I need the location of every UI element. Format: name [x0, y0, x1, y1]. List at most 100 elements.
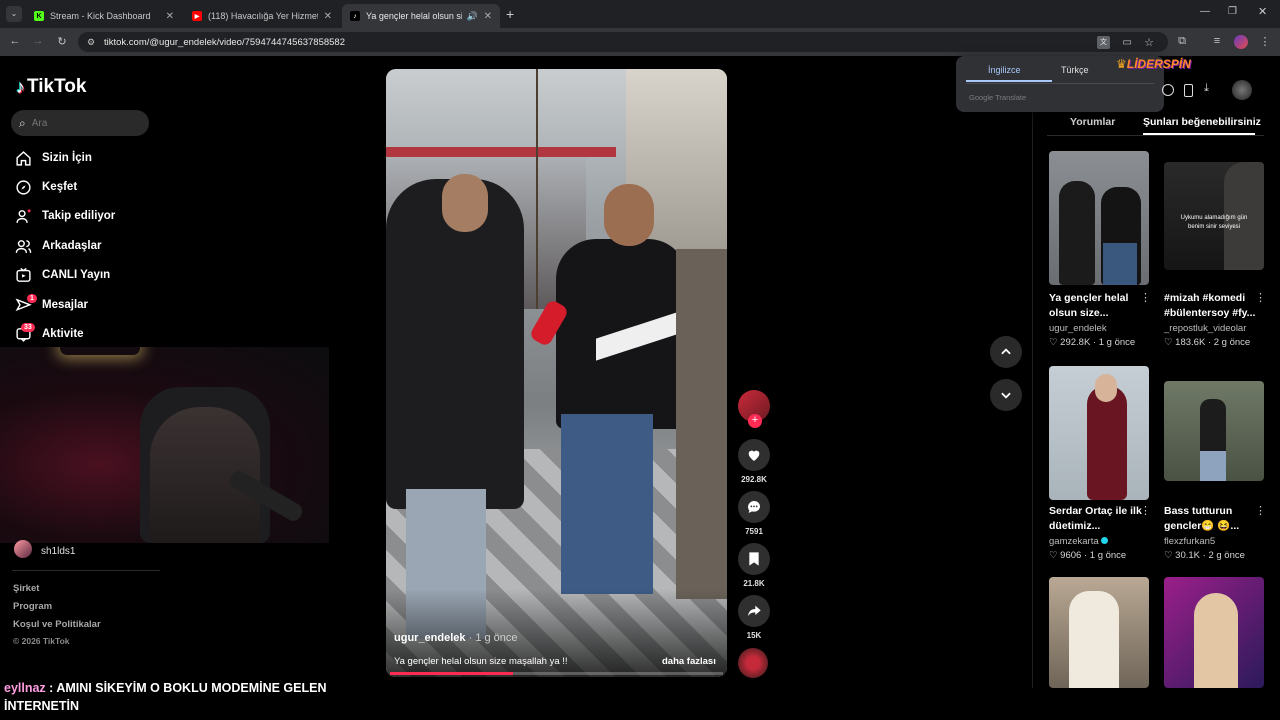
minimize-window-button[interactable]: — — [1200, 6, 1210, 17]
card-title[interactable]: Bass tutturun gencler😁 😆... — [1164, 504, 1264, 534]
card-time: 1 g önce — [1089, 550, 1127, 561]
video-player[interactable]: ugur_endelek · 1 g önce Ya gençler helal… — [386, 69, 727, 677]
kick-icon: K — [34, 11, 44, 21]
tab-kick-dashboard[interactable]: K Stream - Kick Dashboard ✕ — [26, 4, 182, 28]
activity-badge: 33 — [21, 323, 35, 332]
nav-for-you[interactable]: Sizin İçin — [14, 147, 92, 169]
translate-icon[interactable]: 文 — [1097, 35, 1110, 49]
card-user-name[interactable]: gamzekarta — [1049, 536, 1099, 547]
url-text: tiktok.com/@ugur_endelek/video/759474474… — [104, 36, 345, 48]
nav-following[interactable]: Takip ediliyor — [14, 205, 115, 227]
author-name[interactable]: ugur_endelek — [394, 632, 466, 644]
tab-tiktok[interactable]: ♪ Ya gençler helal olsun size 🔊 ✕ — [342, 4, 500, 28]
footer-program[interactable]: Program — [13, 601, 52, 612]
previous-video-button[interactable] — [990, 336, 1022, 368]
address-bar[interactable]: ⚙ tiktok.com/@ugur_endelek/video/7594744… — [78, 32, 1168, 52]
share-icon[interactable] — [738, 595, 770, 627]
close-tab-icon[interactable]: ✕ — [324, 11, 332, 22]
footer-terms[interactable]: Koşul ve Politikalar — [13, 619, 101, 630]
card-title[interactable]: Serdar Ortaç ile ilk düetimiz... — [1049, 504, 1145, 534]
comment-icon[interactable] — [738, 491, 770, 523]
save-action[interactable]: 21.8K — [738, 543, 770, 588]
speaker-icon[interactable]: 🔈 — [1207, 696, 1221, 709]
profile-name[interactable]: sh1lds1 — [41, 546, 75, 557]
card-user[interactable]: _repostluk_videolar — [1164, 323, 1246, 334]
reload-icon[interactable]: ↻ — [55, 35, 69, 48]
tray-app-icon[interactable] — [1148, 697, 1160, 709]
search-input[interactable] — [31, 117, 132, 129]
card-thumbnail[interactable] — [1049, 577, 1149, 688]
nav-explore[interactable]: Keşfet — [14, 176, 77, 198]
progress-track[interactable] — [390, 672, 723, 675]
translate-english-tab[interactable]: İngilizce — [988, 65, 1021, 75]
tab-comments[interactable]: Yorumlar — [1070, 116, 1115, 128]
menu-icon[interactable]: ⋮ — [1258, 35, 1272, 48]
tray-chevron-icon[interactable]: ⌃ — [1128, 697, 1136, 708]
footer-company[interactable]: Şirket — [13, 583, 39, 594]
close-tab-icon[interactable]: ✕ — [166, 11, 174, 22]
nav-messages[interactable]: Mesajlar — [14, 294, 88, 316]
author-avatar-action[interactable]: + — [738, 390, 770, 428]
profile-avatar[interactable] — [1234, 35, 1248, 49]
site-info-icon[interactable]: ⚙ — [87, 37, 95, 48]
card-thumbnail[interactable] — [1164, 577, 1264, 688]
card-user[interactable]: gamzekarta — [1049, 536, 1109, 547]
restore-window-button[interactable]: ❐ — [1228, 6, 1237, 17]
share-action[interactable]: 15K — [738, 595, 770, 640]
nav-live[interactable]: CANLI Yayın — [14, 264, 110, 286]
download-icon[interactable]: ⤓ — [1204, 82, 1209, 95]
microphone-tray-icon[interactable]: 🎙 — [1170, 696, 1184, 709]
card-time: 2 g önce — [1208, 550, 1245, 561]
card-thumbnail[interactable] — [1164, 381, 1264, 481]
upload-icon[interactable] — [1162, 84, 1174, 96]
close-tab-icon[interactable]: ✕ — [484, 11, 492, 22]
comment-action[interactable]: 7591 — [738, 491, 770, 536]
audio-icon[interactable]: 🔊 — [467, 11, 478, 22]
back-icon[interactable]: ← — [8, 35, 22, 47]
tiktok-logo[interactable]: ♪ TikTok — [16, 76, 86, 98]
nav-label: Aktivite — [42, 328, 84, 340]
user-avatar[interactable] — [1232, 80, 1252, 100]
card-user[interactable]: flexzfurkan5 — [1164, 536, 1215, 547]
bookmark-star-icon[interactable]: ☆ — [1144, 36, 1154, 49]
comment-count: 7591 — [745, 527, 763, 536]
tab-search-button[interactable]: ⌄ — [6, 6, 22, 22]
search-box[interactable]: ⌕ — [11, 110, 149, 136]
nav-friends[interactable]: Arkadaşlar — [14, 235, 101, 257]
taskbar-clock[interactable]: 03:42 15.01.2026 — [1230, 693, 1270, 715]
app-icon[interactable] — [1184, 84, 1193, 97]
video-author[interactable]: ugur_endelek · 1 g önce — [394, 632, 518, 644]
next-video-button[interactable] — [990, 379, 1022, 411]
card-more-icon[interactable]: ⋮ — [1140, 291, 1151, 304]
card-more-icon[interactable]: ⋮ — [1140, 504, 1151, 517]
more-link[interactable]: daha fazlası — [662, 656, 716, 667]
close-window-button[interactable]: ✕ — [1258, 5, 1267, 18]
live-icon — [14, 266, 32, 284]
card-title[interactable]: #mizah #komedi #bülentersoy #fy... — [1164, 291, 1264, 321]
profile-avatar[interactable] — [14, 540, 32, 558]
card-more-icon[interactable]: ⋮ — [1255, 291, 1266, 304]
card-title[interactable]: Ya gençler helal olsun size... — [1049, 291, 1145, 321]
translate-turkish-tab[interactable]: Türkçe — [1061, 65, 1089, 75]
forward-icon[interactable]: → — [31, 35, 45, 47]
sound-disc-avatar[interactable] — [738, 648, 768, 678]
sound-disc[interactable] — [738, 648, 770, 678]
cast-icon[interactable]: ▭ — [1123, 37, 1132, 48]
network-icon[interactable]: ▭ — [1190, 697, 1199, 708]
tab-youtube[interactable]: ▶ (118) Havacılığa Yer Hizmetleri ✕ — [184, 4, 340, 28]
card-thumbnail[interactable]: Uykumu alamadığım gün benim sinir seviye… — [1164, 162, 1264, 270]
card-thumbnail[interactable] — [1049, 151, 1149, 285]
follow-plus-icon[interactable]: + — [748, 414, 762, 428]
tab-you-may-like[interactable]: Şunları beğenebilirsiniz — [1143, 116, 1261, 128]
video-caption: Ya gençler helal olsun size maşallah ya … — [394, 656, 568, 667]
card-thumbnail[interactable] — [1049, 366, 1149, 500]
bookmark-icon[interactable] — [738, 543, 770, 575]
reading-list-icon[interactable]: ≡ — [1210, 35, 1224, 47]
card-time: 2 g önce — [1213, 337, 1251, 348]
like-action[interactable]: 292.8K — [738, 439, 770, 484]
new-tab-button[interactable]: + — [506, 6, 514, 22]
heart-icon[interactable] — [738, 439, 770, 471]
card-more-icon[interactable]: ⋮ — [1255, 504, 1266, 517]
extensions-icon[interactable]: ⧉ — [1175, 35, 1189, 48]
card-user[interactable]: ugur_endelek — [1049, 323, 1107, 334]
